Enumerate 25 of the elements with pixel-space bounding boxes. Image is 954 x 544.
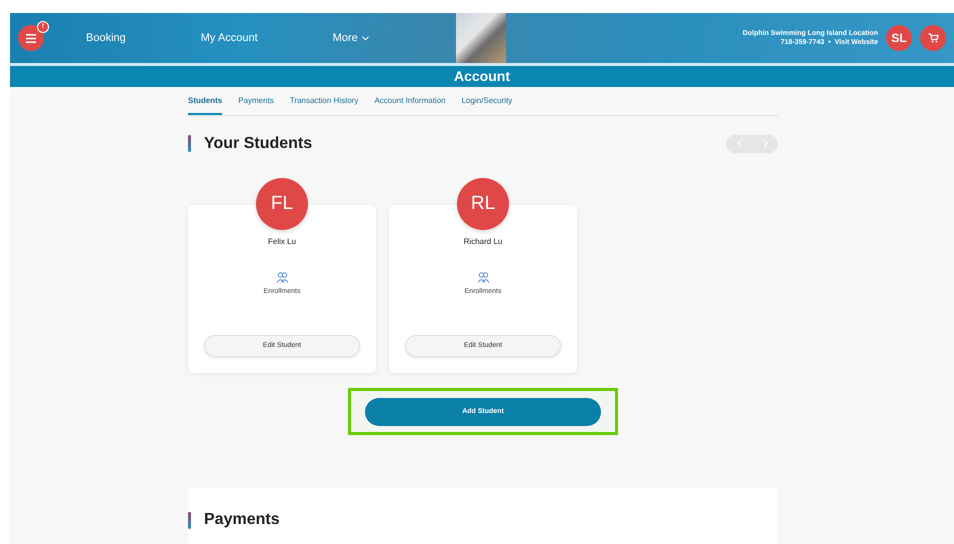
tab[interactable]: Students — [188, 95, 222, 115]
section-title: Payments — [204, 510, 280, 530]
tab[interactable]: Login/Security — [462, 95, 512, 115]
nav-link[interactable]: Booking — [86, 30, 126, 46]
tab[interactable]: Transaction History — [290, 95, 358, 115]
page-title: Account — [10, 66, 954, 87]
section-accent-bar — [188, 512, 191, 529]
cart-icon — [928, 33, 938, 43]
nav-link[interactable]: My Account — [200, 30, 258, 46]
user-avatar-button[interactable]: SL — [886, 25, 912, 51]
nav-link[interactable]: More — [332, 30, 369, 46]
people-icon — [276, 272, 288, 284]
menu-button[interactable] — [18, 25, 44, 51]
cart-button[interactable] — [920, 25, 946, 51]
people-icon — [476, 272, 490, 284]
section-title: Your Students — [204, 134, 312, 154]
student-avatar: RL — [457, 178, 509, 230]
tab[interactable]: Payments — [238, 95, 274, 115]
tab[interactable]: Account Information — [374, 95, 446, 115]
student-name: Felix Lu — [268, 236, 296, 248]
student-avatar: FL — [256, 178, 308, 230]
student-name: Richard Lu — [464, 236, 502, 248]
menu-icon — [26, 34, 36, 42]
section-accent-bar — [188, 135, 191, 152]
logo-photo-placeholder — [456, 13, 506, 63]
